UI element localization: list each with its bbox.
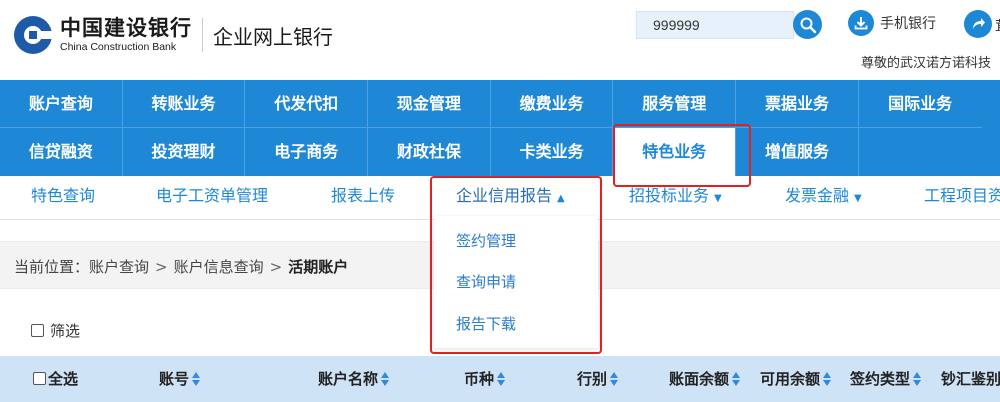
sort-icon[interactable] (610, 371, 619, 386)
column-book-balance[interactable]: 账面余额 (669, 368, 741, 389)
column-available-balance[interactable]: 可用余额 (760, 368, 832, 389)
table-header: 全选 账号 账户名称 币种 行别 账面余额 可用余额 签约类型 钞汇鉴别 (0, 356, 1000, 402)
nav-item-cash-management[interactable]: 现金管理 (368, 80, 491, 128)
search-button[interactable] (793, 10, 822, 39)
search-input[interactable]: 999999 (636, 11, 794, 39)
column-label: 账户名称 (318, 370, 379, 388)
search-icon (800, 17, 816, 33)
nav-item-card-services[interactable]: 卡类业务 (491, 128, 614, 176)
main-nav-row-1: 账户查询 转账业务 代发代扣 现金管理 缴费业务 服务管理 票据业务 国际业务 (0, 80, 1000, 128)
nav-item-credit-financing[interactable]: 信贷融资 (0, 128, 123, 176)
column-contract-type[interactable]: 签约类型 (850, 368, 922, 389)
subnav-report-upload[interactable]: 报表上传 (331, 176, 395, 220)
sort-icon[interactable] (497, 371, 506, 386)
share-icon[interactable] (964, 10, 992, 38)
mobile-bank-label: 手机银行 (880, 16, 936, 32)
select-all[interactable]: 全选 (33, 368, 78, 389)
select-all-label: 全选 (48, 370, 79, 388)
column-label: 可用余额 (760, 370, 821, 388)
column-label: 币种 (464, 370, 495, 388)
subnav-bidding-label: 招投标业务 (629, 186, 710, 205)
breadcrumb-account-query[interactable]: 账户查询 (89, 258, 149, 276)
logo-english-name: China Construction Bank (60, 40, 177, 53)
nav-item-fiscal-social-security[interactable]: 财政社保 (368, 128, 491, 176)
sort-icon[interactable] (913, 371, 922, 386)
logo-chinese-name: 中国建设银行 (60, 15, 192, 40)
column-cash-remit[interactable]: 钞汇鉴别 (941, 368, 1000, 389)
ccb-logo-icon (14, 16, 53, 54)
nav-item-notes[interactable]: 票据业务 (736, 80, 859, 128)
sort-icon[interactable] (192, 371, 201, 386)
nav-item-service-management[interactable]: 服务管理 (613, 80, 737, 128)
column-label: 钞汇鉴别 (941, 370, 1000, 388)
highlight-box-credit-report (430, 176, 602, 354)
column-label: 账面余额 (669, 370, 730, 388)
nav-item-international[interactable]: 国际业务 (858, 80, 982, 128)
chevron-down-icon: ▼ (714, 193, 722, 204)
nav-item-bill-payment[interactable]: 缴费业务 (490, 80, 614, 128)
filter-toggle[interactable]: 筛选 (31, 320, 80, 341)
logo-divider (202, 18, 203, 52)
breadcrumb: 当前位置：账户查询 > 账户信息查询 > 活期账户 (14, 256, 348, 277)
breadcrumb-prefix: 当前位置： (14, 258, 90, 276)
main-nav-row-2: 信贷融资 投资理财 电子商务 财政社保 卡类业务 特色业务 增值服务 (0, 128, 1000, 176)
column-label: 账号 (159, 370, 190, 388)
nav-item-e-commerce[interactable]: 电子商务 (245, 128, 369, 176)
sort-icon[interactable] (823, 371, 832, 386)
nav-item-agency-payment[interactable]: 代发代扣 (245, 80, 369, 128)
breadcrumb-separator: > (155, 258, 168, 276)
nav-item-investment[interactable]: 投资理财 (123, 128, 246, 176)
subnav-engineering-project[interactable]: 工程项目资 (924, 176, 1000, 220)
column-account-name[interactable]: 账户名称 (318, 368, 390, 389)
share-label[interactable]: 茸 (995, 16, 1000, 36)
subnav-featured-query[interactable]: 特色查询 (31, 176, 95, 220)
breadcrumb-account-info-query[interactable]: 账户信息查询 (174, 258, 264, 276)
breadcrumb-separator: > (269, 258, 283, 276)
nav-item-account-query[interactable]: 账户查询 (0, 80, 123, 128)
download-icon (848, 10, 874, 36)
subnav-invoice-finance[interactable]: 发票金融 ▼ (785, 176, 862, 220)
chevron-down-icon: ▼ (854, 193, 862, 204)
bank-logo[interactable]: 中国建设银行 China Construction Bank 企业网上银行 (12, 14, 333, 56)
greeting-text: 尊敬的武汉诺方诺科技 (861, 56, 992, 71)
column-label: 签约类型 (850, 370, 911, 388)
header: 中国建设银行 China Construction Bank 企业网上银行 99… (0, 0, 1000, 80)
filter-label: 筛选 (50, 322, 81, 340)
select-all-checkbox[interactable] (33, 372, 46, 385)
column-currency[interactable]: 币种 (464, 368, 506, 389)
column-bank[interactable]: 行别 (577, 368, 619, 389)
column-label: 行别 (577, 370, 608, 388)
sort-icon[interactable] (381, 371, 390, 386)
nav-item-value-added[interactable]: 增值服务 (736, 128, 859, 176)
highlight-box-featured-services (613, 124, 751, 187)
nav-item-transfer[interactable]: 转账业务 (122, 80, 246, 128)
column-account-number[interactable]: 账号 (159, 368, 201, 389)
mobile-bank-link[interactable]: 手机银行 (848, 10, 936, 36)
main-nav: 账户查询 转账业务 代发代扣 现金管理 缴费业务 服务管理 票据业务 国际业务 … (0, 80, 1000, 176)
filter-checkbox[interactable] (31, 324, 44, 337)
logo-product-name: 企业网上银行 (213, 24, 333, 49)
subnav-invoice-finance-label: 发票金融 (785, 186, 850, 205)
sort-icon[interactable] (732, 371, 741, 386)
breadcrumb-current: 活期账户 (288, 258, 349, 276)
subnav-e-payslip[interactable]: 电子工资单管理 (156, 176, 268, 220)
